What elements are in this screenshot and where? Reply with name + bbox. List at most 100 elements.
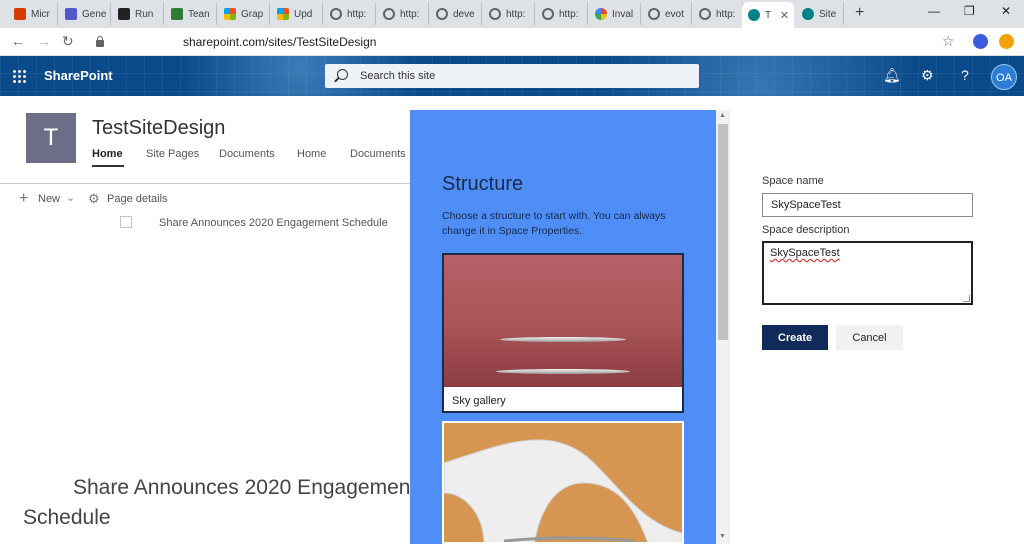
nav-documents[interactable]: Documents [219,148,275,160]
nav-active-indicator [92,165,124,167]
globe-icon [330,8,342,20]
globe-icon [383,8,395,20]
sharepoint-brand[interactable]: SharePoint [44,68,113,83]
tab-label: evot [665,8,684,20]
structure-card-label: Sky gallery [452,395,506,407]
sharepoint-icon [748,9,760,21]
browser-tab[interactable]: Micr [8,3,58,25]
avatar[interactable]: OA [991,64,1017,90]
image-caption: Share Announces 2020 Engagement Schedule [159,217,388,229]
browser-tab[interactable]: http: [483,3,535,25]
back-icon[interactable]: ← [11,33,25,49]
scroll-up-icon[interactable]: ▲ [719,112,726,119]
tab-label: Gene [82,8,107,20]
nav-home[interactable]: Home [92,148,123,160]
browser-tab[interactable]: http: [693,3,743,25]
floating-disc-shape [500,337,626,342]
gear-icon: ⚙ [88,191,100,206]
forward-icon[interactable]: → [37,33,51,49]
structure-card-sky-gallery[interactable]: Sky gallery [442,253,684,413]
browser-tab[interactable]: Run [112,3,164,25]
search-placeholder: Search this site [360,70,436,82]
hero-title-line1: Share Announces 2020 Engagement [73,476,417,499]
tab-label: Inval [612,8,634,20]
space-name-field[interactable]: SkySpaceTest [762,193,973,217]
browser-tab[interactable]: Site [796,3,844,25]
site-search-input[interactable]: Search this site [325,64,699,88]
search-icon [337,69,348,80]
close-icon[interactable]: ✕ [780,9,789,22]
space-description-text: SkySpaceTest [770,247,840,259]
space-name-label: Space name [762,175,824,187]
tab-label: Micr [31,8,50,20]
lock-icon [96,36,104,47]
chevron-down-icon[interactable]: ⌄ [66,191,75,204]
globe-icon [699,8,711,20]
extension-icon[interactable] [973,34,988,49]
create-button[interactable]: Create [762,325,828,350]
tab-label: http: [559,8,579,20]
browser-tab[interactable]: Gene [59,3,111,25]
cancel-button[interactable]: Cancel [836,325,903,350]
browser-tab[interactable]: http: [536,3,588,25]
tab-label: http: [716,8,736,20]
tab-favicon-icon [277,8,289,20]
settings-gear-icon[interactable]: ⚙ [921,67,934,84]
new-tab-button[interactable]: + [855,4,864,22]
update-icon[interactable] [999,34,1014,49]
address-bar-row: ← → ↻ sharepoint.com/sites/TestSiteDesig… [0,28,1024,56]
tab-label: deve [453,8,475,20]
browser-tab[interactable]: Upd [271,3,323,25]
scroll-down-icon[interactable]: ▼ [719,533,726,540]
tab-favicon-icon [224,8,236,20]
nav-home-2[interactable]: Home [297,148,326,160]
structure-title: Structure [442,173,524,195]
tab-label: T [765,9,772,21]
tab-label: Upd [294,8,313,20]
minimize-icon[interactable]: — [928,4,940,18]
structure-thumbnail-2 [444,439,682,542]
tab-favicon-icon [118,8,130,20]
browser-tab[interactable]: Grap [218,3,270,25]
restore-icon[interactable]: ❐ [964,4,975,18]
browser-tab[interactable]: http: [377,3,429,25]
tab-label: http: [506,8,526,20]
globe-icon [489,8,501,20]
site-title[interactable]: TestSiteDesign [92,117,225,140]
globe-icon [648,8,660,20]
broken-image-icon [120,216,132,228]
nav-site-pages[interactable]: Site Pages [146,148,199,160]
space-description-field[interactable]: SkySpaceTest [762,241,973,305]
bookmark-star-icon[interactable]: ☆ [942,33,955,50]
panel-scrollbar-thumb[interactable] [718,124,728,340]
reload-icon[interactable]: ↻ [62,33,74,50]
app-launcher-icon[interactable] [12,69,26,83]
site-logo[interactable]: T [26,113,76,163]
tab-label: Run [135,8,154,20]
globe-icon [436,8,448,20]
plus-icon[interactable]: + [19,190,28,208]
nav-documents-2[interactable]: Documents [350,148,406,160]
window-close-icon[interactable]: ✕ [1001,4,1011,18]
browser-tab[interactable]: Tean [165,3,217,25]
browser-tab[interactable]: deve [430,3,482,25]
tab-favicon-icon [14,8,26,20]
help-icon[interactable]: ? [961,67,969,83]
browser-tab[interactable]: Inval [589,3,641,25]
resize-handle-icon[interactable] [963,295,970,302]
tab-label: http: [400,8,420,20]
tab-label: Tean [188,8,210,20]
browser-tab-active[interactable]: T ✕ [742,2,794,28]
notifications-bell-icon[interactable]: 🔔︎ [883,67,901,84]
page-details-button[interactable]: Page details [107,193,168,205]
tab-label: Grap [241,8,264,20]
browser-tab[interactable]: http: [324,3,376,25]
new-button[interactable]: New [38,193,60,205]
structure-card-2[interactable] [442,421,684,544]
tab-label: http: [347,8,367,20]
browser-tab[interactable]: evot [642,3,692,25]
space-description-label: Space description [762,224,850,236]
url-text[interactable]: sharepoint.com/sites/TestSiteDesign [183,35,376,49]
structure-description: Choose a structure to start with. You ca… [442,210,666,237]
browser-tab-strip: Micr Gene Run Tean Grap Upd http: http: … [0,0,1024,28]
